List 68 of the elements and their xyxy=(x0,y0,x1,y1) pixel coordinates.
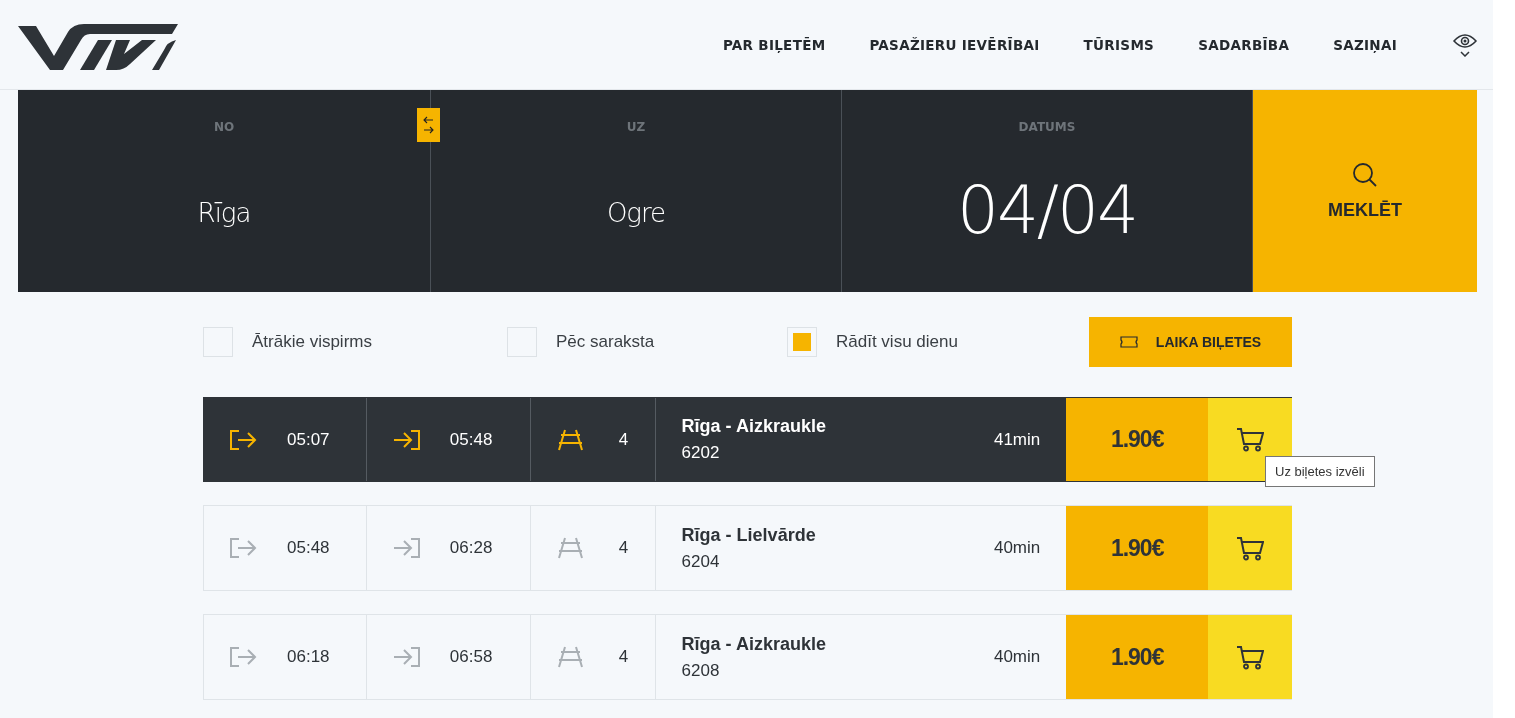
nav-link[interactable]: SADARBĪBA xyxy=(1198,36,1290,53)
exit-arrow-icon xyxy=(230,538,257,558)
railway-track-icon xyxy=(556,646,584,668)
exit-arrow-icon xyxy=(230,429,257,450)
route-name: Rīga - Lielvārde xyxy=(681,524,816,546)
departure-time: 05:07 xyxy=(287,429,330,450)
ticket-price: 1.90€ xyxy=(1066,615,1209,699)
train-number: 6204 xyxy=(681,551,721,572)
checkbox-label: Ātrākie vispirms xyxy=(252,332,372,352)
trip-duration: 40min xyxy=(993,647,1041,667)
enter-arrow-icon xyxy=(392,429,420,450)
railway-track-icon xyxy=(556,537,584,559)
ticket-icon xyxy=(1119,336,1138,348)
train-row[interactable]: 05:48 06:28 4 Rīga - Lielvārde 6204 40min 1.90€ xyxy=(203,505,1292,591)
cart-icon xyxy=(1236,644,1265,670)
chevron-down-icon xyxy=(1460,50,1470,57)
checkbox-label: Pēc saraksta xyxy=(556,332,655,352)
ticket-price: 1.90€ xyxy=(1066,398,1209,481)
swap-arrows-icon xyxy=(423,115,434,135)
arrival-time: 06:28 xyxy=(449,538,493,558)
platform-number: 4 xyxy=(618,647,629,667)
enter-arrow-icon xyxy=(392,538,420,558)
checkbox[interactable] xyxy=(787,327,817,357)
checkbox[interactable] xyxy=(507,327,537,357)
field-value: Rīga xyxy=(197,198,251,228)
departure-time: 05:48 xyxy=(287,538,330,558)
cart-button[interactable] xyxy=(1208,506,1292,590)
cart-icon xyxy=(1236,427,1265,452)
search-field[interactable]: UZ Ogre xyxy=(431,90,842,292)
train-row[interactable]: 06:18 06:58 4 Rīga - Aizkraukle 6208 40min 1.90€ xyxy=(203,614,1292,700)
field-label: DATUMS xyxy=(1018,120,1076,134)
nav-link[interactable]: PASAŽIERU IEVĒRĪBAI xyxy=(869,36,1040,53)
search-field[interactable]: DATUMS 04/04 xyxy=(842,90,1253,292)
platform-number: 4 xyxy=(618,538,629,558)
nav-link[interactable]: TŪRISMS xyxy=(1083,36,1155,53)
nav-link[interactable]: PAR BIĻETĒM xyxy=(722,36,826,53)
search-field[interactable]: NO Rīga xyxy=(18,90,431,292)
field-label: UZ xyxy=(626,120,646,134)
exit-arrow-icon xyxy=(230,647,257,667)
route-name: Rīga - Aizkraukle xyxy=(681,633,826,655)
route-name: Rīga - Aizkraukle xyxy=(681,416,826,437)
ticket-price: 1.90€ xyxy=(1066,506,1209,590)
tooltip: Uz biļetes izvēli xyxy=(1265,456,1375,487)
checkbox-label: Rādīt visu dienu xyxy=(836,332,958,352)
field-value: Ogre xyxy=(606,198,666,228)
cart-button[interactable] xyxy=(1208,398,1292,481)
search-button[interactable]: MEKLĒT xyxy=(1253,90,1477,292)
swap-button[interactable] xyxy=(417,108,440,142)
enter-arrow-icon xyxy=(392,647,420,667)
trip-duration: 41min xyxy=(993,429,1041,450)
cart-icon xyxy=(1236,535,1265,561)
train-number: 6208 xyxy=(681,660,721,681)
railway-track-icon xyxy=(556,428,584,451)
accessibility-button[interactable] xyxy=(1453,32,1477,57)
field-label: NO xyxy=(213,120,235,134)
train-number: 6202 xyxy=(681,443,721,463)
cart-button[interactable] xyxy=(1208,615,1292,699)
checkbox[interactable] xyxy=(203,327,233,357)
trip-duration: 40min xyxy=(993,538,1041,558)
arrival-time: 06:58 xyxy=(449,647,493,667)
period-tickets-button[interactable]: LAIKA BIĻETES xyxy=(1089,317,1292,367)
search-icon xyxy=(1352,161,1378,188)
nav-link[interactable]: SAZIŅAI xyxy=(1333,36,1397,53)
eye-icon xyxy=(1453,32,1477,49)
departure-time: 06:18 xyxy=(287,647,330,667)
arrival-time: 05:48 xyxy=(449,429,493,450)
field-value: 04/04 xyxy=(956,172,1138,249)
platform-number: 4 xyxy=(618,429,629,450)
